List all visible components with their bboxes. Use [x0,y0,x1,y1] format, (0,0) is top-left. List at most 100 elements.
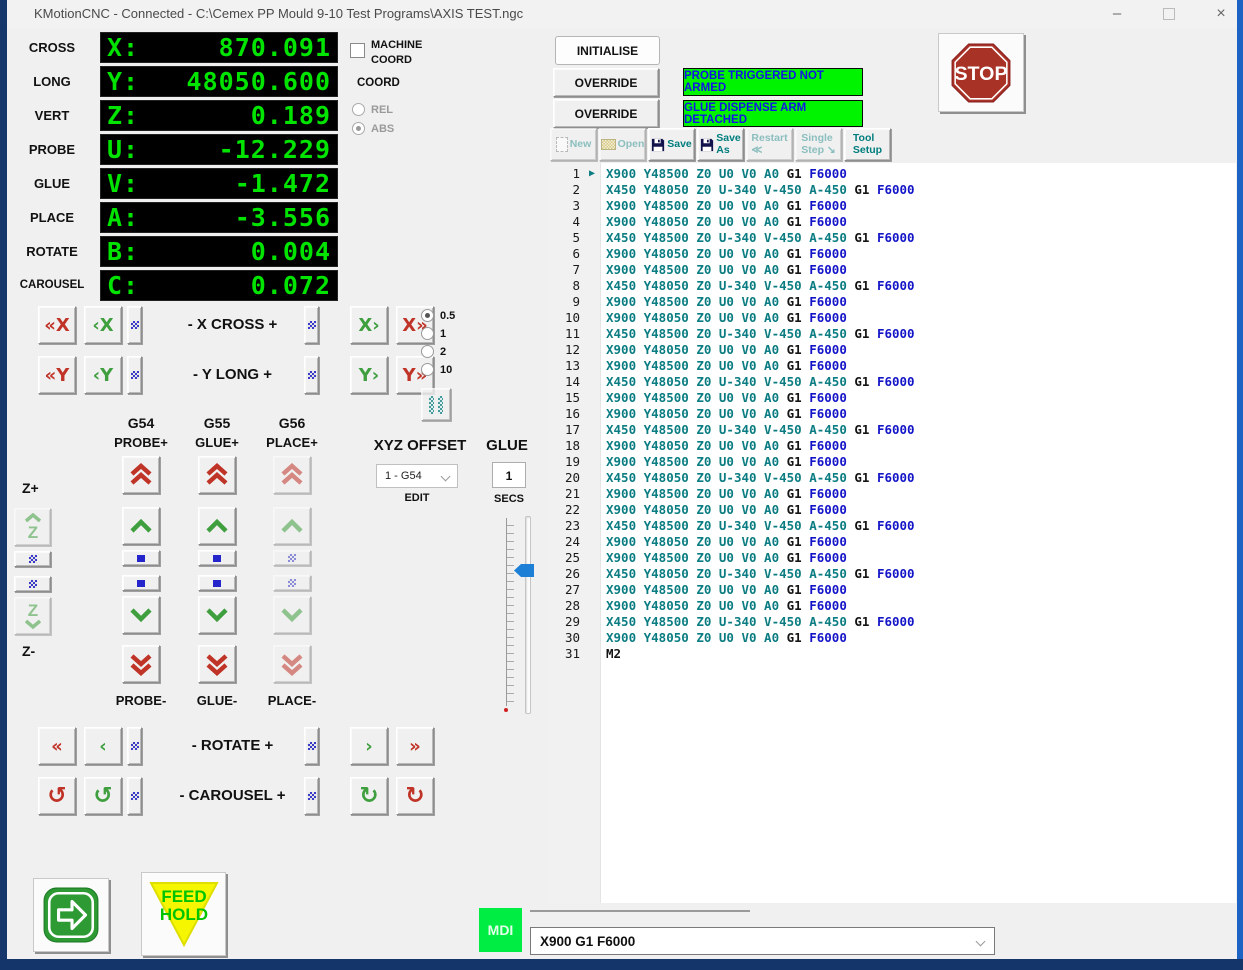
jog-rotate-plus-button[interactable]: › [350,727,388,765]
gcode-line[interactable]: 31M2 [548,646,1236,662]
gcode-line[interactable]: 19X900 Y48500 Z0 U0 V0 A0 G1 F6000 [548,454,1236,470]
gcode-line[interactable]: 22X900 Y48050 Z0 U0 V0 A0 G1 F6000 [548,502,1236,518]
mdi-command-combo[interactable]: X900 G1 F6000 [530,927,995,955]
jog-x-minus-step-button[interactable] [127,306,142,344]
gcode-line[interactable]: 2X450 Y48050 Z0 U-340 V-450 A-450 G1 F60… [548,182,1236,198]
glue-slider[interactable] [500,512,542,718]
gcode-line[interactable]: 27X900 Y48500 Z0 U0 V0 A0 G1 F6000 [548,582,1236,598]
jog-rotate-minus-fast-button[interactable]: « [38,727,76,765]
gcode-line[interactable]: 16X900 Y48050 Z0 U0 V0 A0 G1 F6000 [548,406,1236,422]
gcode-line[interactable]: 11X450 Y48500 Z0 U-340 V-450 A-450 G1 F6… [548,326,1236,342]
gcode-line[interactable]: 7X900 Y48500 Z0 U0 V0 A0 G1 F6000 [548,262,1236,278]
jog-rotate-minus-button[interactable]: ‹ [84,727,122,765]
maximize-button[interactable] [1147,0,1191,28]
gcode-line[interactable]: 23X450 Y48500 Z0 U-340 V-450 A-450 G1 F6… [548,518,1236,534]
jog-y-minus-button[interactable]: ‹Y [84,356,122,394]
gcode-line[interactable]: 5X450 Y48500 Z0 U-340 V-450 A-450 G1 F60… [548,230,1236,246]
jog-glue-step-down-button[interactable] [198,575,236,591]
jog-glue-up-button[interactable] [198,507,236,545]
gcode-line[interactable]: 3X900 Y48500 Z0 U0 V0 A0 G1 F6000 [548,198,1236,214]
gcode-line[interactable]: 15X900 Y48500 Z0 U0 V0 A0 G1 F6000 [548,390,1236,406]
override-probe-button[interactable]: OVERRIDE [553,68,659,97]
gcode-line[interactable]: 29X450 Y48500 Z0 U-340 V-450 A-450 G1 F6… [548,614,1236,630]
jog-carousel-plus-button[interactable]: ↻ [350,777,388,815]
jog-x-minus-button[interactable]: ‹X [84,306,122,344]
toolbar-save-button[interactable]: Save As [697,128,744,161]
gcode-line[interactable]: 9X900 Y48500 Z0 U0 V0 A0 G1 F6000 [548,294,1236,310]
jog-step-radio-2[interactable]: 2 [421,343,481,361]
toolbar-restart-button[interactable]: Restart ≪ [746,128,793,161]
jog-glue-step-up-button[interactable] [198,550,236,566]
jog-carousel-minus-fast-button[interactable]: ↺ [38,777,76,815]
gcode-line[interactable]: 14X450 Y48050 Z0 U-340 V-450 A-450 G1 F6… [548,374,1236,390]
gcode-line[interactable]: 4X900 Y48050 Z0 U0 V0 A0 G1 F6000 [548,214,1236,230]
jog-place-down-button[interactable] [273,596,311,634]
jog-glue-down-fast-button[interactable] [198,645,236,683]
jog-place-step-up-button[interactable] [273,550,311,566]
slider-track[interactable] [525,516,531,714]
gcode-line[interactable]: 6X900 Y48050 Z0 U0 V0 A0 G1 F6000 [548,246,1236,262]
initialise-button[interactable]: INITIALISE [555,36,660,65]
jog-y-minus-fast-button[interactable]: «Y [38,356,76,394]
gcode-line[interactable]: 28X900 Y48050 Z0 U0 V0 A0 G1 F6000 [548,598,1236,614]
jog-x-minus-fast-button[interactable]: «X [38,306,76,344]
jog-probe-step-up-button[interactable] [122,550,160,566]
offset-select[interactable]: 1 - G54 [376,464,458,488]
jog-x-plus-button[interactable]: X› [350,306,388,344]
jog-z-down-button[interactable]: Z [14,597,51,635]
gcode-line[interactable]: 17X450 Y48500 Z0 U-340 V-450 A-450 G1 F6… [548,422,1236,438]
jog-y-minus-step-button[interactable] [127,356,142,394]
toolbar-tool-button[interactable]: Tool Setup [844,128,891,161]
jog-z-step-up-button[interactable] [14,551,51,567]
jog-probe-step-down-button[interactable] [122,575,160,591]
toolbar-save-button[interactable]: Save [648,128,695,161]
cycle-start-button[interactable] [33,878,109,952]
minimize-button[interactable]: – [1095,0,1139,28]
feed-hold-button[interactable]: FEED HOLD [141,872,226,956]
jog-z-step-down-button[interactable] [14,576,51,592]
jog-probe-down-fast-button[interactable] [122,645,160,683]
toolbar-new-button[interactable]: New [550,128,597,161]
jog-probe-up-button[interactable] [122,507,160,545]
jog-probe-up-fast-button[interactable] [122,456,160,494]
glue-seconds-input[interactable]: 1 [492,462,526,488]
jog-place-up-button[interactable] [273,507,311,545]
gcode-line[interactable]: 18X900 Y48050 Z0 U0 V0 A0 G1 F6000 [548,438,1236,454]
gcode-line[interactable]: 30X900 Y48050 Z0 U0 V0 A0 G1 F6000 [548,630,1236,646]
jog-carousel-minus-button[interactable]: ↺ [84,777,122,815]
coord-rel-radio[interactable]: REL [352,101,393,119]
toolbar-open-button[interactable]: Open [599,128,646,161]
jog-y-plus-button[interactable]: Y› [350,356,388,394]
close-button[interactable]: × [1199,0,1243,28]
pause-button[interactable] [421,388,451,421]
gcode-line[interactable]: 12X900 Y48050 Z0 U0 V0 A0 G1 F6000 [548,342,1236,358]
gcode-line[interactable]: 8X450 Y48050 Z0 U-340 V-450 A-450 G1 F60… [548,278,1236,294]
gcode-editor[interactable]: 1▶X900 Y48500 Z0 U0 V0 A0 G1 F60002X450 … [548,163,1236,903]
stop-button[interactable]: STOP [938,33,1024,112]
gcode-line[interactable]: 10X900 Y48050 Z0 U0 V0 A0 G1 F6000 [548,310,1236,326]
override-glue-button[interactable]: OVERRIDE [553,99,659,128]
jog-z-up-button[interactable]: Z [14,508,51,546]
jog-glue-down-button[interactable] [198,596,236,634]
jog-carousel-plus-fast-button[interactable]: ↻ [396,777,434,815]
jog-glue-up-fast-button[interactable] [198,456,236,494]
gcode-line[interactable]: 1▶X900 Y48500 Z0 U0 V0 A0 G1 F6000 [548,166,1236,182]
jog-step-radio-1[interactable]: 1 [421,325,481,343]
jog-place-step-down-button[interactable] [273,575,311,591]
gcode-line[interactable]: 21X900 Y48500 Z0 U0 V0 A0 G1 F6000 [548,486,1236,502]
jog-place-down-fast-button[interactable] [273,645,311,683]
jog-carousel-minus-step-button[interactable] [127,777,142,815]
jog-step-radio-10[interactable]: 10 [421,361,481,379]
jog-rotate-minus-step-button[interactable] [127,727,142,765]
gcode-line[interactable]: 24X900 Y48050 Z0 U0 V0 A0 G1 F6000 [548,534,1236,550]
jog-place-up-fast-button[interactable] [273,456,311,494]
machine-coord-checkbox[interactable] [350,43,365,58]
gcode-line[interactable]: 20X450 Y48050 Z0 U-340 V-450 A-450 G1 F6… [548,470,1236,486]
jog-step-radio-0_5[interactable]: 0.5 [421,307,481,325]
gcode-line[interactable]: 25X900 Y48500 Z0 U0 V0 A0 G1 F6000 [548,550,1236,566]
gcode-line[interactable]: 13X900 Y48500 Z0 U0 V0 A0 G1 F6000 [548,358,1236,374]
jog-rotate-plus-fast-button[interactable]: » [396,727,434,765]
slider-thumb[interactable] [514,564,534,577]
coord-abs-radio[interactable]: ABS [352,120,394,138]
gcode-line[interactable]: 26X450 Y48050 Z0 U-340 V-450 A-450 G1 F6… [548,566,1236,582]
